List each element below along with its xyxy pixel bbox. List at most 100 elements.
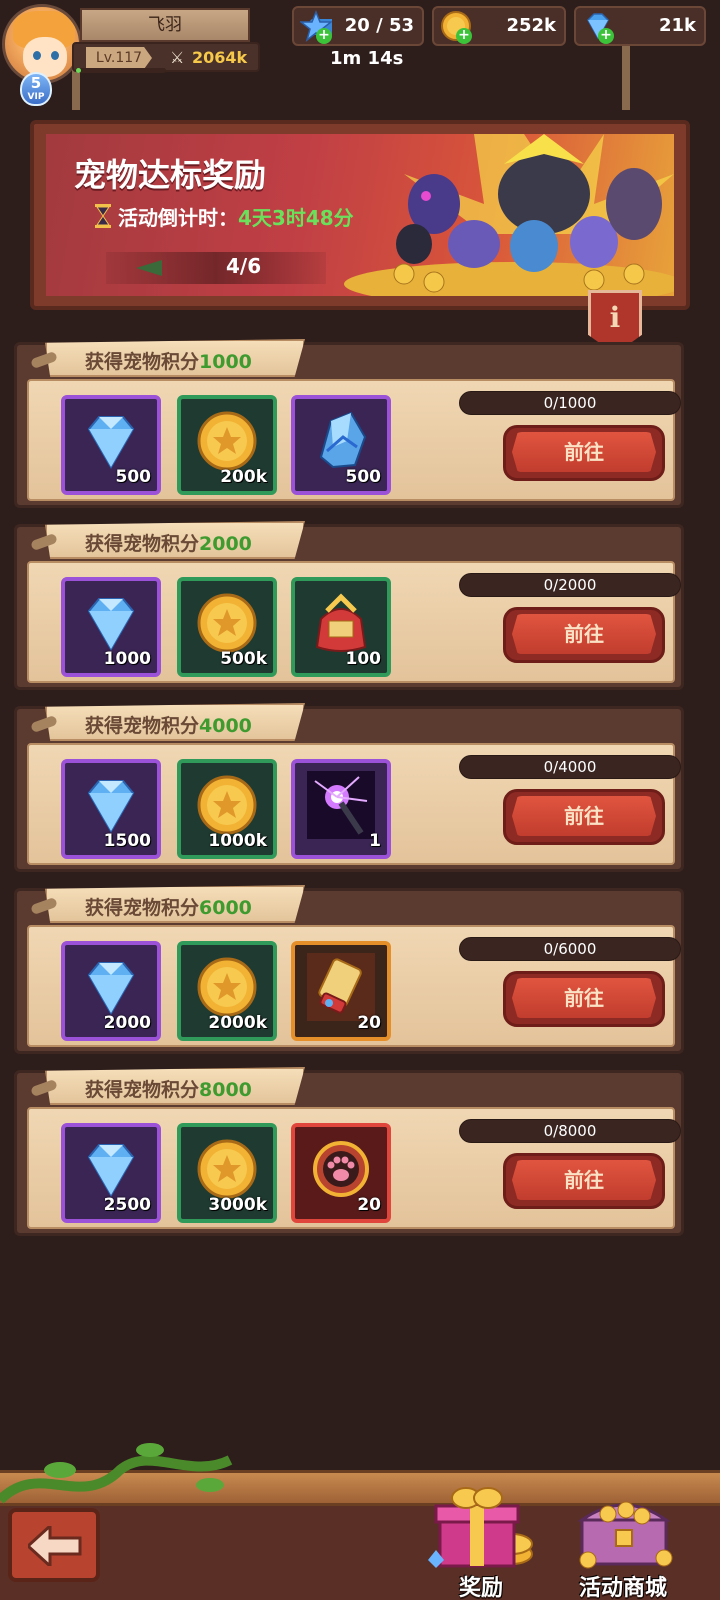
diamond-icon xyxy=(87,780,135,833)
back-arrow-icon xyxy=(28,1526,82,1566)
add-energy-icon[interactable]: + xyxy=(316,28,332,44)
countdown-value: 4天3时48分 xyxy=(238,206,354,230)
tier-progress-bar: 0/6000 xyxy=(459,937,681,961)
tier-progress-bar: 0/2000 xyxy=(459,573,681,597)
reward-tier-card: 获得宠物积分6000 2000 2000k 20 0/6000 前往 xyxy=(14,885,684,1054)
reward-item-gold-coin[interactable]: 200k xyxy=(177,395,277,495)
go-button-label: 前往 xyxy=(564,622,604,646)
reward-quantity: 2000 xyxy=(103,1013,151,1033)
reward-quantity: 3000k xyxy=(208,1195,267,1215)
gold-coin-icon xyxy=(197,1139,257,1199)
lucky-bag-icon xyxy=(315,593,367,652)
event-shop-tab-label: 活动商城 xyxy=(578,1576,667,1600)
crystal-shard-icon xyxy=(319,411,367,469)
tier-label: 获得宠物积分2000 xyxy=(85,529,252,556)
rewards-tab-label: 奖励 xyxy=(458,1576,503,1600)
crossed-swords-icon: ⚔ xyxy=(170,48,185,67)
go-button[interactable]: 前往 xyxy=(503,607,665,663)
hourglass-icon xyxy=(95,204,111,228)
reward-quantity: 2000k xyxy=(208,1013,267,1033)
reward-item-diamond[interactable]: 500 xyxy=(61,395,161,495)
event-progress: 4/6 xyxy=(106,252,326,284)
tier-points: 6000 xyxy=(199,897,252,919)
reward-item-diamond[interactable]: 2000 xyxy=(61,941,161,1041)
gem-counter[interactable]: + 21k xyxy=(574,6,706,46)
go-button[interactable]: 前往 xyxy=(503,425,665,481)
tier-label: 获得宠物积分8000 xyxy=(85,1075,252,1102)
event-shop-tab[interactable]: 活动商城 xyxy=(558,1480,688,1600)
tier-progress-text: 0/6000 xyxy=(543,940,597,958)
tier-label: 获得宠物积分1000 xyxy=(85,347,252,374)
reward-item-diamond[interactable]: 2500 xyxy=(61,1123,161,1223)
reward-quantity: 100 xyxy=(345,649,382,669)
reward-item-lightning-staff[interactable]: 1 xyxy=(291,759,391,859)
reward-item-paw-token[interactable]: 20 xyxy=(291,1123,391,1223)
tier-progress-text: 0/8000 xyxy=(543,1122,597,1140)
diamond-icon xyxy=(87,962,135,1015)
event-progress-text: 4/6 xyxy=(226,254,262,278)
player-name: 飞羽 xyxy=(80,8,250,42)
go-button-label: 前往 xyxy=(564,440,604,464)
reward-item-gold-coin[interactable]: 3000k xyxy=(177,1123,277,1223)
reward-item-diamond[interactable]: 1000 xyxy=(61,577,161,677)
lightning-staff-icon xyxy=(307,771,375,839)
go-button[interactable]: 前往 xyxy=(503,789,665,845)
bottom-nav: 奖励 活动商城 xyxy=(0,1440,720,1600)
rewards-tab[interactable]: 奖励 xyxy=(416,1480,546,1600)
gold-counter[interactable]: + 252k xyxy=(432,6,566,46)
reward-quantity: 500k xyxy=(220,649,267,669)
tier-label-text: 获得宠物积分 xyxy=(85,1079,200,1101)
tier-progress-text: 0/4000 xyxy=(543,758,597,776)
reward-quantity: 1000 xyxy=(103,649,151,669)
reward-quantity: 200k xyxy=(220,467,267,487)
tier-label-text: 获得宠物积分 xyxy=(85,715,200,737)
tier-ribbon: 获得宠物积分8000 xyxy=(45,1067,305,1105)
back-button[interactable] xyxy=(8,1508,100,1582)
info-icon: i xyxy=(609,301,621,334)
reward-item-crystal-shard[interactable]: 500 xyxy=(291,395,391,495)
reward-item-gold-coin[interactable]: 500k xyxy=(177,577,277,677)
tier-ribbon: 获得宠物积分6000 xyxy=(45,885,305,923)
tier-ribbon: 获得宠物积分2000 xyxy=(45,521,305,559)
treasure-chest-icon xyxy=(577,1501,673,1569)
vip-badge[interactable]: 5 VIP xyxy=(20,72,52,106)
go-button[interactable]: 前往 xyxy=(503,1153,665,1209)
diamond-icon xyxy=(87,416,135,469)
tier-points: 1000 xyxy=(199,351,252,373)
reward-item-lucky-bag[interactable]: 100 xyxy=(291,577,391,677)
combat-power: 2064k xyxy=(192,48,248,67)
tier-points: 8000 xyxy=(199,1079,252,1101)
reward-item-diamond[interactable]: 1500 xyxy=(61,759,161,859)
paw-token-icon xyxy=(313,1141,369,1197)
gold-coin-icon xyxy=(197,411,257,471)
gold-coin-icon xyxy=(197,775,257,835)
go-button[interactable]: 前往 xyxy=(503,971,665,1027)
reward-item-summon-scroll[interactable]: 20 xyxy=(291,941,391,1041)
reward-quantity: 2500 xyxy=(103,1195,151,1215)
gems-value: 21k xyxy=(658,15,696,36)
gold-value: 252k xyxy=(506,15,556,36)
event-title: 宠物达标奖励 xyxy=(74,156,267,194)
reward-quantity: 20 xyxy=(357,1195,381,1215)
energy-counter[interactable]: + 20 / 53 xyxy=(292,6,424,46)
tier-label: 获得宠物积分4000 xyxy=(85,711,252,738)
hanging-rope xyxy=(622,40,630,110)
vip-level: 5 xyxy=(30,74,42,92)
tier-progress-text: 0/2000 xyxy=(543,576,597,594)
gift-box-icon xyxy=(428,1487,533,1568)
add-gold-icon[interactable]: + xyxy=(456,28,472,44)
tier-points: 2000 xyxy=(199,533,252,555)
add-gems-icon[interactable]: + xyxy=(598,28,614,44)
reward-item-gold-coin[interactable]: 2000k xyxy=(177,941,277,1041)
reward-item-gold-coin[interactable]: 1000k xyxy=(177,759,277,859)
event-countdown: 活动倒计时：4天3时48分 xyxy=(118,202,354,231)
exp-bar-fill xyxy=(76,68,81,73)
player-level: Lv.117 xyxy=(86,47,152,69)
player-avatar[interactable] xyxy=(2,4,82,84)
tier-label-text: 获得宠物积分 xyxy=(85,351,200,373)
go-button-label: 前往 xyxy=(564,986,604,1010)
tier-progress-text: 0/1000 xyxy=(543,394,597,412)
reward-tier-card: 获得宠物积分1000 500 200k 500 0/1000 前往 xyxy=(14,339,684,508)
event-banner: 宠物达标奖励 活动倒计时：4天3时48分 4/6 xyxy=(30,120,690,310)
energy-timer: 1m 14s xyxy=(330,48,404,69)
